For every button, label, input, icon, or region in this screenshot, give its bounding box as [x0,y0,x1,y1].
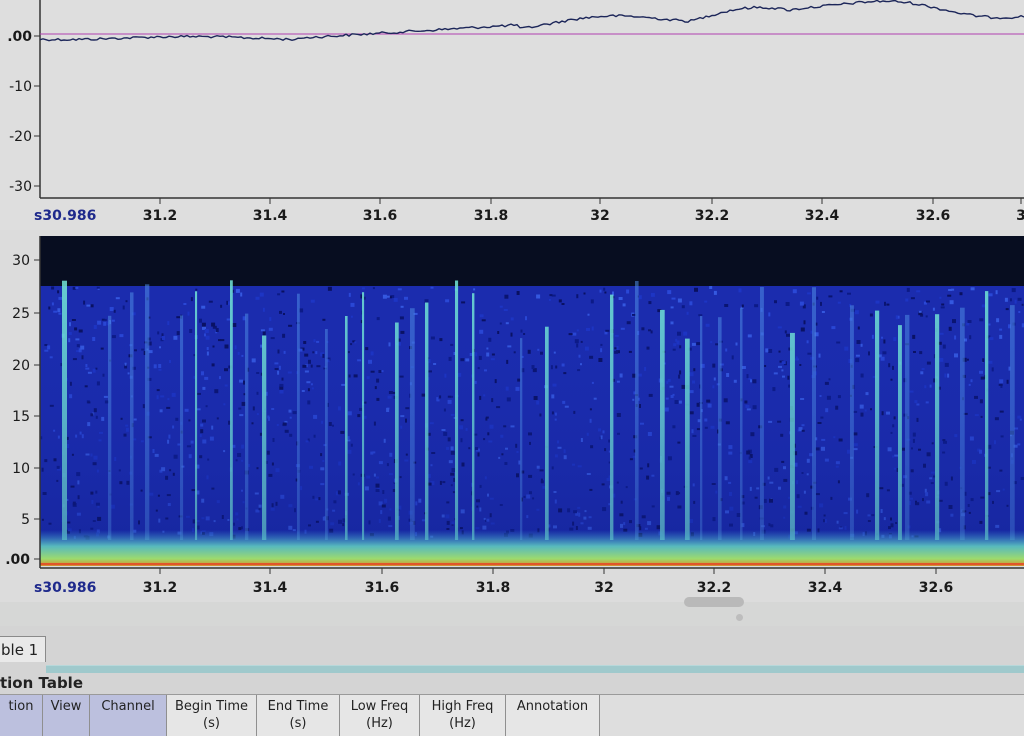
column-header-channel[interactable]: Channel [90,695,167,736]
waveform-x-label: 32.4 [805,208,840,224]
spectrogram-y-label: 25 [12,306,30,322]
spectrogram-x-label: 31.2 [143,580,178,596]
spectrogram-x-label: 32 [594,580,613,596]
waveform-x-label: 31.4 [253,208,288,224]
table-title: tion Table [0,674,83,692]
column-header-annotation[interactable]: Annotation [506,695,600,736]
column-unit: (s) [203,716,220,731]
tab-underline-bar [46,665,1024,673]
column-label: Begin Time [175,699,248,714]
spectrogram-x-label: 31.6 [365,580,400,596]
column-label: End Time [267,699,329,714]
spectrogram-panel[interactable]: 30 25 20 15 10 5 .00 s30.986 31.2 31.4 3… [0,230,1024,602]
waveform-selection-start: s30.986 [34,208,96,224]
spectrogram-x-label: 32.6 [919,580,954,596]
waveform-x-label: 32.6 [916,208,951,224]
scroll-indicator-dot [736,614,743,621]
waveform-x-label: 31.2 [143,208,178,224]
spectrogram-top-band [40,236,1024,286]
waveform-plot[interactable]: .00 -10 -20 -30 s30.986 31.2 31.4 31.6 3… [0,0,1024,230]
column-label: tion [8,699,34,714]
spectrogram-x-label: 32.4 [808,580,843,596]
column-label: High Freq [431,699,494,714]
column-label: Channel [101,699,155,714]
spectrogram-y-label: .00 [5,552,30,568]
spectrogram-y-label: 10 [12,461,30,477]
spectrogram-shade [40,286,1024,566]
column-unit: (Hz) [366,716,393,731]
waveform-y-label: -10 [9,79,32,95]
waveform-x-label: 31.6 [363,208,398,224]
table-area: ble 1 tion Table tion View Channel Begin… [0,626,1024,736]
spectrogram-y-label: 5 [21,512,30,528]
waveform-panel[interactable]: .00 -10 -20 -30 s30.986 31.2 31.4 31.6 3… [0,0,1024,230]
column-header-end-time[interactable]: End Time (s) [257,695,340,736]
waveform-x-label: 32 [590,208,609,224]
spectrogram-y-label: 20 [12,358,30,374]
column-header-selection[interactable]: tion [0,695,43,736]
spectrogram-x-label: 32.2 [697,580,732,596]
spectrogram-y-label: 30 [12,253,30,269]
spectrogram-x-label: 31.8 [476,580,511,596]
spectrogram-plot[interactable]: 30 25 20 15 10 5 .00 s30.986 31.2 31.4 3… [0,230,1024,602]
waveform-x-label: 32.2 [695,208,730,224]
column-header-low-freq[interactable]: Low Freq (Hz) [340,695,420,736]
column-header-begin-time[interactable]: Begin Time (s) [167,695,257,736]
column-label: View [50,699,82,714]
spectrogram-low-band [40,530,1024,566]
column-label: Low Freq [350,699,409,714]
horizontal-scroll-thumb[interactable] [684,597,744,607]
waveform-x-label: 31.8 [474,208,509,224]
column-header-view[interactable]: View [43,695,90,736]
spectrogram-y-label: 15 [12,409,30,425]
column-label: Annotation [516,699,589,714]
waveform-y-label: .00 [7,29,32,45]
column-header-empty [600,695,1024,736]
table-header: tion View Channel Begin Time (s) End Tim… [0,694,1024,736]
waveform-x-label: 3 [1016,208,1024,224]
waveform-y-label: -20 [9,129,32,145]
column-header-high-freq[interactable]: High Freq (Hz) [420,695,506,736]
column-unit: (s) [289,716,307,731]
tab-strip: ble 1 [0,636,1024,673]
waveform-y-label: -30 [9,179,32,195]
column-unit: (Hz) [449,716,476,731]
spectrogram-x-label: 31.4 [253,580,288,596]
tab-table-1[interactable]: ble 1 [0,636,46,662]
spectrogram-selection-start: s30.986 [34,580,96,596]
